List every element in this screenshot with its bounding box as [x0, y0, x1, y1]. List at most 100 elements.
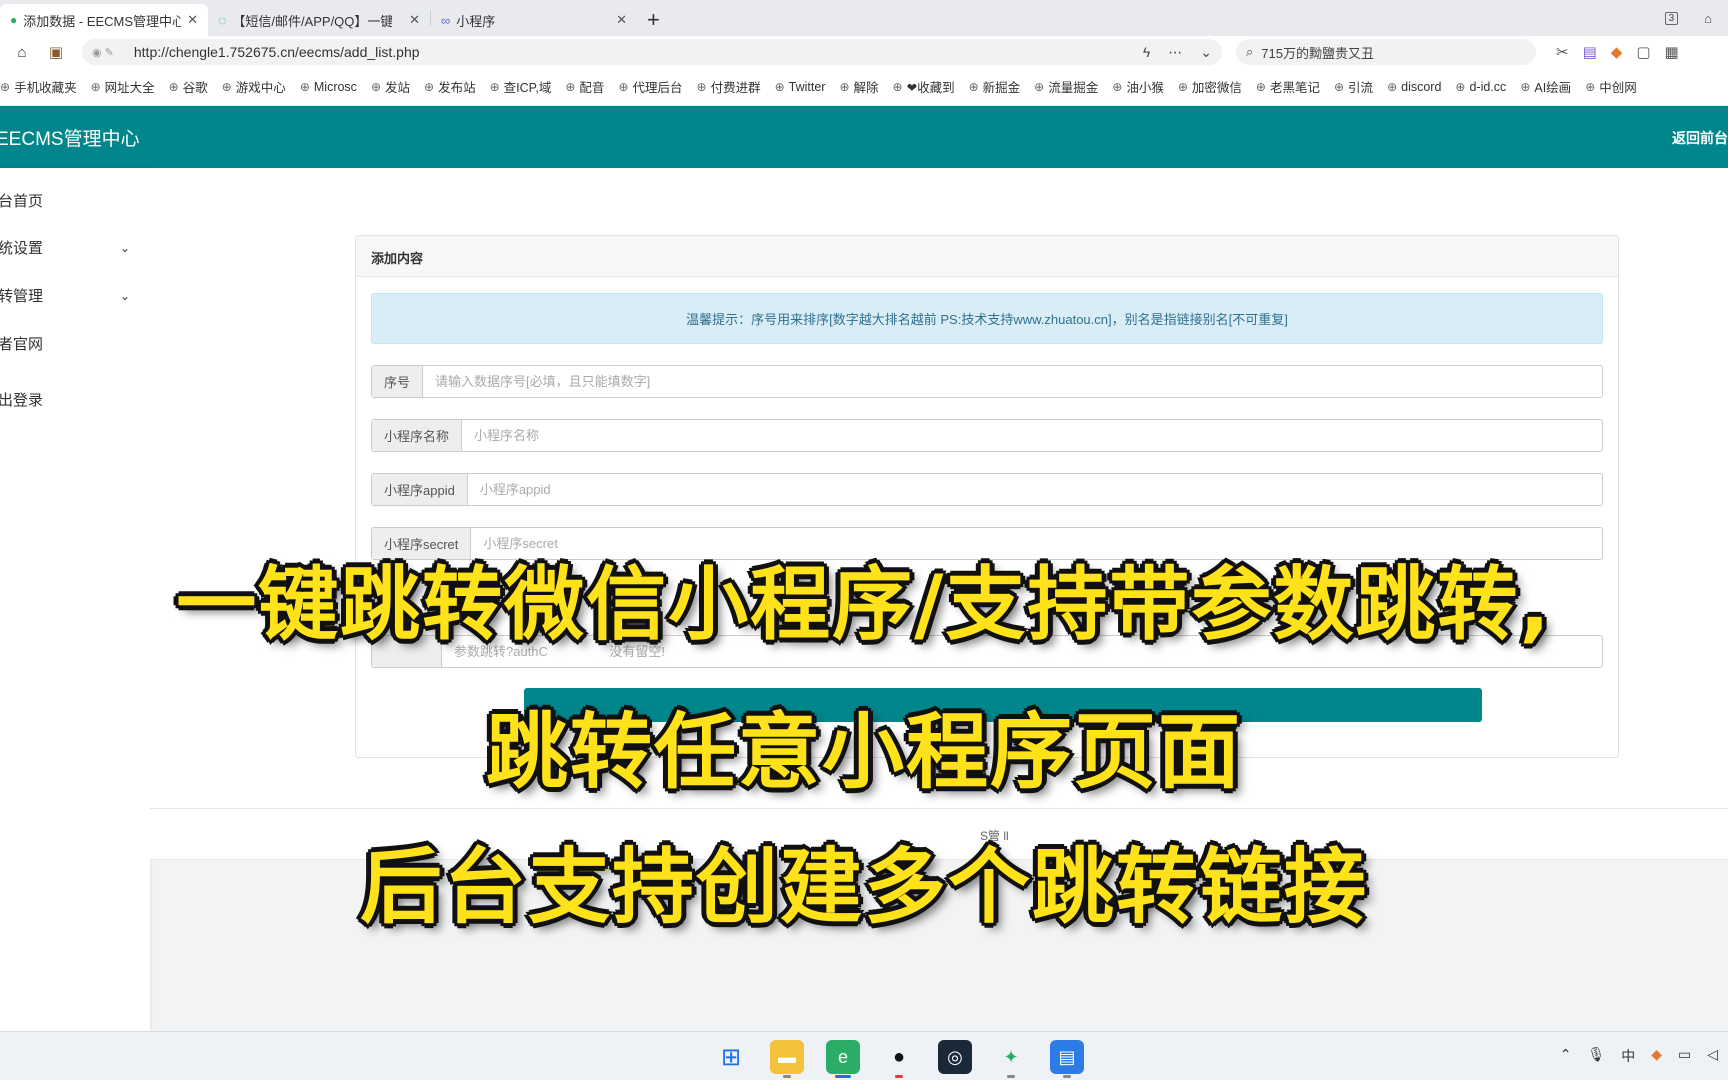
browser-icon[interactable]: e [826, 1040, 860, 1078]
bookmark-item[interactable]: ⊕ 引流 [1334, 77, 1373, 96]
sidebar-item-settings[interactable]: 统设置 ⌄ [0, 237, 130, 258]
close-icon[interactable]: ✕ [616, 12, 627, 28]
bookmark-label: 解除 [853, 81, 879, 95]
bookmark-item[interactable]: ⊕ 网址大全 [91, 77, 155, 96]
app-tray-icon[interactable]: ◆ [1651, 1046, 1662, 1066]
more-icon[interactable]: ⋯ [1168, 44, 1182, 61]
search-field[interactable]: ⌕ 715万的黝鹽贵又丑 [1236, 39, 1536, 65]
bookmark-item[interactable]: ⊕ 新掘金 [969, 77, 1021, 96]
search-text: 715万的黝鹽贵又丑 [1261, 45, 1374, 61]
bookmark-item[interactable]: ⊕ Twitter [775, 80, 826, 94]
bookmark-item[interactable]: ⊕ 发布站 [424, 77, 476, 96]
url-actions: ϟ ⋯ ⌄ [1143, 44, 1212, 61]
bookmark-label: 手机收藏夹 [14, 81, 77, 95]
address-bar-row: ⌂ ▣ ◉ ✎ http://chengle1.752675.cn/eecms/… [0, 36, 1728, 68]
steam-icon[interactable]: ◎ [938, 1040, 972, 1074]
extension-purple-icon[interactable]: ▤ [1583, 43, 1597, 61]
sidebar-item-home[interactable]: 台首页 [0, 190, 130, 211]
globe-icon: ⊕ [968, 79, 979, 94]
brand-title[interactable]: EECMS管理中心 [0, 124, 140, 151]
bookmark-label: 老黑笔记 [1269, 81, 1320, 95]
bookmark-item[interactable]: ⊕ 代理后台 [618, 77, 682, 96]
fox-icon[interactable]: ◆ [1611, 43, 1623, 61]
bookmark-item[interactable]: ⊕ 解除 [839, 77, 878, 96]
sidebar-item-redirects[interactable]: 转管理 ⌄ [0, 285, 130, 306]
add-content-panel: 添加内容 温馨提示：序号用来排序[数字越大排名越前 PS:技术支持www.zhu… [355, 235, 1619, 758]
bookmark-item[interactable]: ⊕ Microsc [300, 80, 357, 94]
chevron-up-icon[interactable]: ⌃ [1560, 1046, 1572, 1066]
bookmark-item[interactable]: ⊕ 油小猴 [1112, 77, 1164, 96]
bookmark-label: Twitter [788, 79, 826, 94]
bookmark-item[interactable]: ⊕ 谷歌 [169, 77, 208, 96]
file-explorer-icon[interactable]: ▬ [770, 1040, 804, 1078]
extension-box-icon[interactable]: ▢ [1636, 43, 1650, 61]
bookmark-label: 付费进群 [710, 81, 761, 95]
tab-miniprogram[interactable]: ∞ 小程序 ✕ [431, 4, 637, 36]
bookmark-item[interactable]: ⊕ 中创网 [1585, 77, 1637, 96]
apps-grid-icon[interactable]: ▦ [1665, 43, 1679, 61]
volume-icon[interactable]: ◁ [1707, 1046, 1718, 1066]
bookmark-item[interactable]: ⊕ 游戏中心 [222, 77, 286, 96]
windows-start-icon[interactable]: ⊞ [714, 1040, 748, 1074]
url-field[interactable]: ◉ ✎ http://chengle1.752675.cn/eecms/add_… [82, 39, 1222, 65]
close-icon[interactable]: ✕ [187, 12, 198, 28]
bookmark-item[interactable]: ⊕ 付费进群 [697, 77, 761, 96]
bookmark-item[interactable]: ⊕ 流量掘金 [1034, 77, 1098, 96]
sidebar-item-logout[interactable]: 出登录 [0, 389, 130, 410]
back-to-frontend-link[interactable]: 返回前台 [1672, 128, 1728, 148]
shirt-icon[interactable]: ⌂ [1704, 11, 1712, 26]
globe-icon: ⊕ [168, 79, 179, 94]
field-label [372, 636, 442, 667]
bookmark-item[interactable]: ⊕ ❤收藏到 [893, 77, 955, 96]
network-icon[interactable]: ▭ [1678, 1046, 1691, 1066]
security-icon[interactable]: ◉ ✎ [92, 46, 114, 59]
params-input[interactable] [442, 636, 1602, 667]
params-field [371, 635, 1603, 668]
lightning-icon[interactable]: ϟ [1143, 44, 1150, 61]
chevron-down-icon[interactable]: ⌄ [1200, 44, 1212, 61]
order-input[interactable] [423, 366, 1602, 397]
globe-icon: ⊕ [1255, 79, 1266, 94]
new-tab-button[interactable]: + [637, 4, 670, 36]
input-method-icon[interactable]: 中 [1621, 1046, 1635, 1066]
field-label: 小程序名称 [372, 420, 463, 451]
bookmark-item[interactable]: ⊕ 老黑笔记 [1256, 77, 1320, 96]
bookmark-item[interactable]: ⊕ 查ICP,域 [490, 77, 552, 96]
store-icon[interactable]: ▤ [1050, 1040, 1084, 1078]
globe-icon: ⊕ [221, 79, 232, 94]
bookmark-item[interactable]: ⊕ d-id.cc [1455, 80, 1506, 94]
close-icon[interactable]: ✕ [409, 12, 420, 28]
name-field: 小程序名称 [371, 419, 1603, 452]
secret-input[interactable] [471, 528, 1602, 559]
order-field: 序号 [371, 365, 1603, 398]
bookmark-label: 流量掘金 [1048, 81, 1099, 95]
appid-input[interactable] [467, 474, 1602, 505]
globe-icon: ⊕ [299, 79, 310, 94]
bookmark-item[interactable]: ⊕ 手机收藏夹 [0, 77, 77, 96]
bookmark-item[interactable]: ⊕ AI绘画 [1520, 77, 1571, 96]
globe-icon: ⊕ [1333, 79, 1345, 94]
app-icon[interactable]: ✦ [994, 1040, 1028, 1078]
tab-count-badge[interactable]: 3 [1664, 11, 1679, 25]
bookmark-label: 新掘金 [982, 81, 1021, 95]
globe-icon: ⊕ [618, 79, 629, 94]
tab-sms[interactable]: ◌ 【短信/邮件/APP/QQ】一键跳 ✕ [208, 4, 430, 36]
globe-icon: ⊕ [489, 79, 500, 94]
sidebar-item-author-site[interactable]: 者官网 [0, 333, 130, 354]
home-icon[interactable]: ⌂ [10, 44, 34, 61]
globe-icon: ⊕ [1177, 79, 1188, 94]
window-controls: 3 ⌂ [1664, 0, 1728, 36]
qq-icon[interactable]: ● [882, 1040, 916, 1078]
miniprogram-name-input[interactable] [462, 420, 1602, 451]
bookmark-item[interactable]: ⊕ 发站 [371, 77, 410, 96]
submit-button[interactable] [524, 688, 1482, 722]
scissors-icon[interactable]: ✂ [1556, 43, 1569, 61]
bookmark-item[interactable]: ⊕ 加密微信 [1178, 77, 1242, 96]
field-label: 序号 [372, 366, 424, 397]
bookmark-item[interactable]: ⊕ 配音 [565, 77, 604, 96]
bookmark-item[interactable]: ⊕ discord [1387, 80, 1441, 94]
microphone-icon[interactable]: 🎙 [1587, 1046, 1605, 1066]
briefcase-icon[interactable]: ▣ [44, 43, 68, 61]
tab-add-data[interactable]: ● 添加数据 - EECMS管理中心 ✕ [0, 4, 208, 36]
bookmark-label: d-id.cc [1469, 79, 1507, 94]
